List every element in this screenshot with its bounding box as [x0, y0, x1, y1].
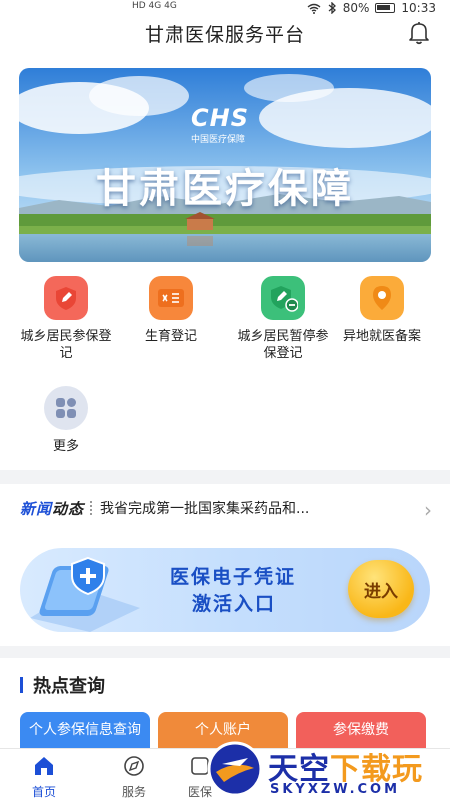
service-resident-enroll[interactable]: 城乡居民参保登记: [16, 276, 116, 362]
wifi-icon: [307, 3, 321, 14]
news-separator: [90, 501, 93, 515]
pen-shield-icon: [44, 276, 88, 320]
news-tag-b: 动态: [52, 499, 85, 518]
phone-shield-icon: [30, 556, 140, 632]
service-more[interactable]: 更多: [16, 386, 116, 455]
cert-subtitle: 激活入口: [192, 593, 277, 615]
tab-label: 首页: [31, 785, 56, 799]
home-icon: [35, 757, 53, 775]
news-tag-a: 新闻: [20, 499, 53, 518]
news-ticker[interactable]: 新闻动态 我省完成第一批国家集采药品和... ›: [0, 484, 450, 532]
banner-logo-subtitle: 中国医疗保障: [191, 135, 246, 145]
chevron-right-icon[interactable]: ›: [424, 498, 432, 522]
service-label: 城乡居民暂停参保登记: [237, 329, 329, 361]
bell-icon[interactable]: [408, 21, 430, 45]
battery-icon: [375, 3, 396, 13]
e-cert-banner[interactable]: 医保电子凭证 激活入口 进入: [20, 548, 430, 632]
service-label: 异地就医备案: [342, 329, 421, 344]
watermark: 天空下载玩 SKYXZW.COM: [200, 738, 450, 800]
birth-register-icon: [149, 276, 193, 320]
watermark-logo-icon: [207, 741, 263, 797]
pause-shield-icon: [261, 276, 305, 320]
banner-headline: 甘肃医疗保障: [96, 166, 354, 212]
service-birth-register[interactable]: 生育登记: [121, 276, 221, 345]
watermark-url: SKYXZW.COM: [270, 782, 401, 797]
banner-logo: CHS: [191, 104, 249, 132]
app-screen: HD 4G 4G 80% 10:33 甘肃医保服务平台 CHS 中国医疗保障 甘…: [0, 0, 450, 800]
hero-banner[interactable]: CHS 中国医疗保障 甘肃医疗保障: [19, 68, 431, 262]
bluetooth-icon: [328, 2, 336, 14]
section-divider: [0, 646, 450, 658]
service-pause-enroll[interactable]: 城乡居民暂停参保登记: [233, 276, 333, 362]
signal-indicators: HD 4G 4G: [132, 1, 177, 11]
service-remote-medical[interactable]: 异地就医备案: [332, 276, 432, 345]
news-headline[interactable]: 我省完成第一批国家集采药品和...: [100, 498, 364, 518]
section-divider: [0, 470, 450, 484]
clock: 10:33: [401, 1, 436, 15]
location-pin-icon: [360, 276, 404, 320]
tab-home[interactable]: 首页: [14, 755, 74, 800]
service-label: 城乡居民参保登记: [20, 329, 112, 361]
tab-label: 服务: [121, 785, 146, 799]
app-header: 甘肃医保服务平台: [0, 16, 450, 50]
battery-percent: 80%: [342, 1, 370, 15]
status-right: 80% 10:33: [307, 1, 436, 15]
more-grid-icon: [44, 386, 88, 430]
page-title: 甘肃医保服务平台: [144, 24, 305, 46]
enter-button[interactable]: 进入: [348, 560, 414, 618]
tab-service[interactable]: 服务: [104, 755, 164, 800]
cert-title: 医保电子凭证: [170, 566, 297, 588]
hot-query-title: 热点查询: [20, 672, 105, 698]
service-label: 更多: [52, 439, 79, 454]
compass-icon: [124, 756, 144, 776]
news-tag: 新闻动态: [20, 498, 84, 519]
service-label: 生育登记: [144, 329, 197, 344]
status-bar: HD 4G 4G 80% 10:33: [0, 0, 450, 16]
